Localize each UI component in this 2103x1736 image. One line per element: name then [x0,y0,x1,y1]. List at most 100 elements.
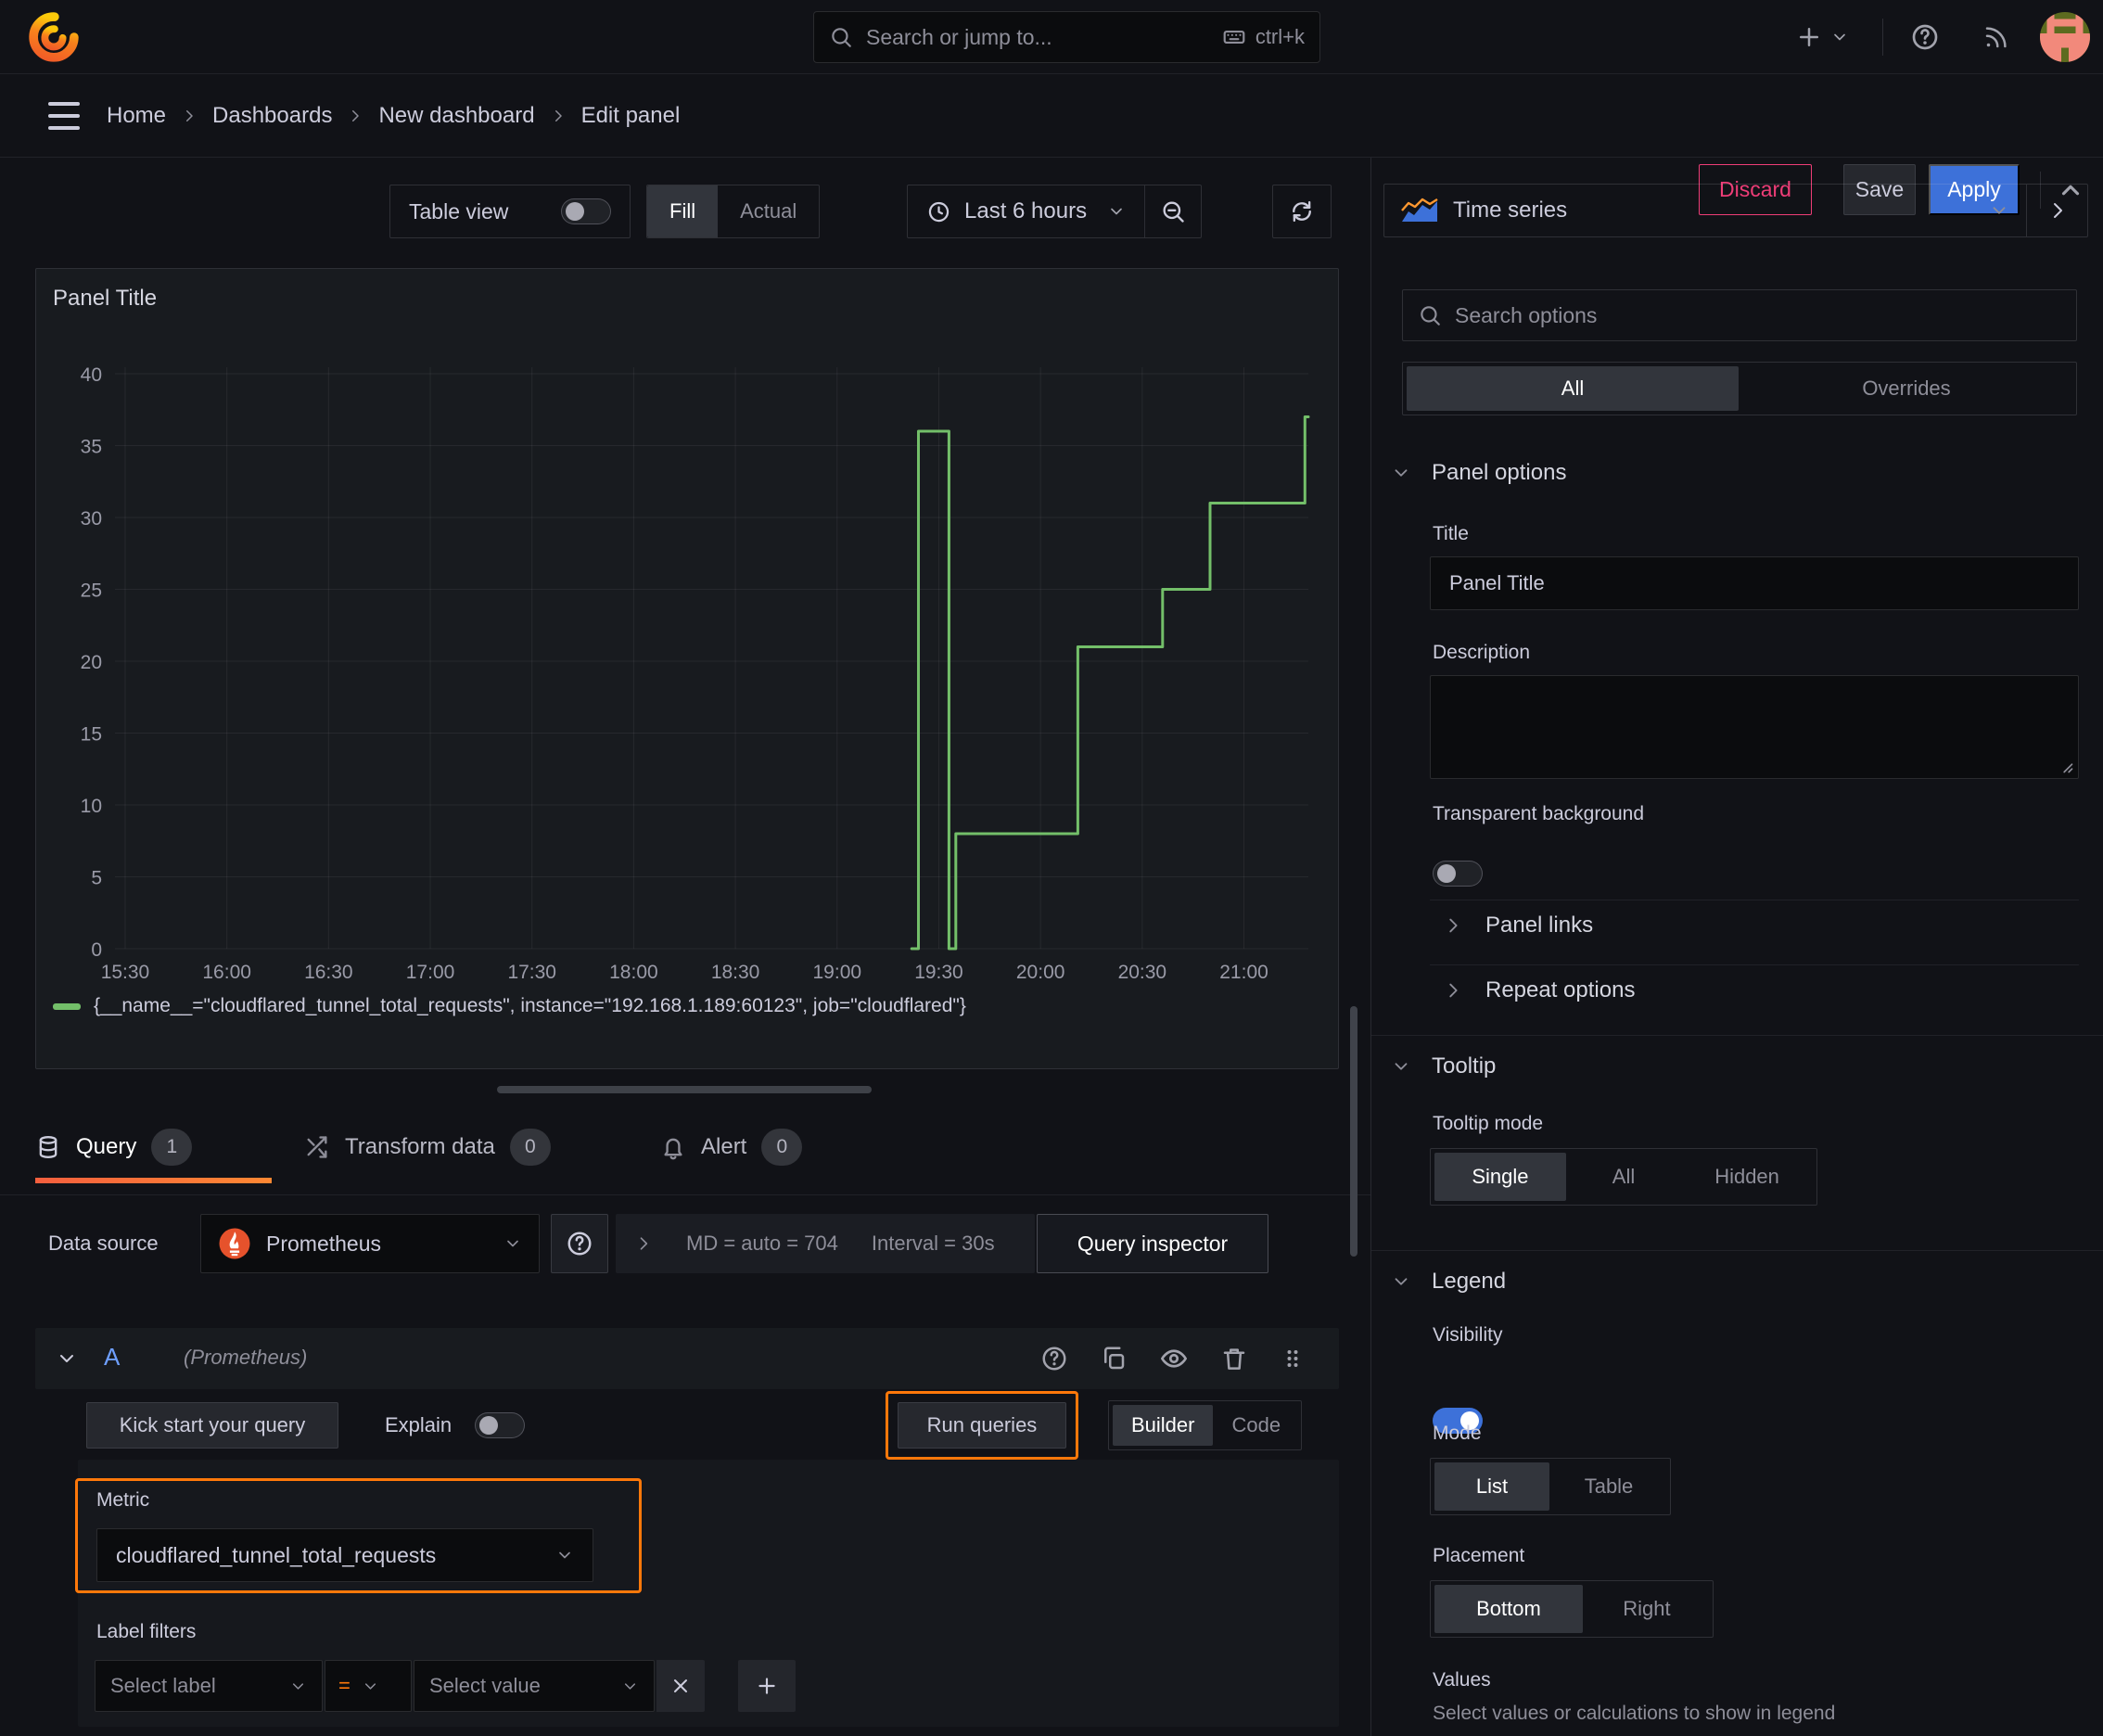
query-options-summary[interactable]: MD = auto = 704 Interval = 30s [616,1214,1035,1273]
builder-option[interactable]: Builder [1113,1405,1214,1446]
chevron-down-icon [624,1682,636,1690]
toggle-visibility-icon[interactable] [1159,1344,1189,1373]
chevron-down-icon [1993,207,2006,214]
table-view-toggle[interactable] [561,198,611,224]
repeat-options-header[interactable]: Repeat options [1443,977,1635,1003]
panel-title-input[interactable] [1430,556,2079,610]
tab-all[interactable]: All [1407,366,1739,411]
visualization-name: Time series [1453,198,1568,223]
chevron-down-icon [1395,469,1408,477]
legend-mode-list[interactable]: List [1434,1462,1549,1511]
tab-overrides[interactable]: Overrides [1740,366,2072,411]
drag-handle-icon[interactable] [1280,1346,1306,1372]
sidebar-divider[interactable] [1370,158,1371,1736]
actual-option[interactable]: Actual [718,185,819,237]
legend-placement-bottom[interactable]: Bottom [1434,1585,1583,1633]
svg-text:16:00: 16:00 [202,962,251,983]
legend-mode-table[interactable]: Table [1551,1462,1666,1511]
section-divider-full [1371,1035,2103,1036]
query-row-header[interactable]: A (Prometheus) [35,1328,1339,1389]
legend-placement-right[interactable]: Right [1585,1585,1709,1633]
transparent-background-toggle[interactable] [1433,861,1483,887]
tab-alert-count: 0 [761,1129,803,1166]
time-range-picker[interactable]: Last 6 hours [908,185,1144,237]
breadcrumb-dashboards[interactable]: Dashboards [212,103,332,129]
breadcrumb-new-dashboard[interactable]: New dashboard [378,103,534,129]
new-menu-button[interactable] [1795,20,1849,54]
code-option[interactable]: Code [1215,1405,1297,1446]
search-shortcut: ctrl+k [1255,25,1305,48]
tab-alert[interactable]: Alert 0 [660,1117,803,1178]
visualization-picker-group: Time series [1383,184,2088,237]
interval-summary: Interval = 30s [871,1232,995,1255]
remove-filter-button[interactable] [656,1660,705,1712]
collapse-options-pane-button[interactable] [2026,185,2087,236]
chevron-right-icon [2053,203,2062,218]
chevron-right-icon [1449,983,1458,998]
time-range-group: Last 6 hours [907,185,1203,238]
svg-text:17:30: 17:30 [507,962,556,983]
duplicate-query-icon[interactable] [1100,1345,1128,1372]
select-label-dropdown[interactable]: Select label [95,1660,323,1712]
datasource-help-button[interactable] [551,1214,608,1273]
svg-text:19:30: 19:30 [914,962,963,983]
run-queries-button[interactable]: Run queries [898,1402,1066,1449]
panel-links-header[interactable]: Panel links [1443,913,1593,938]
explain-toggle[interactable] [475,1412,525,1438]
shuffle-icon [307,1136,327,1158]
chevron-down-icon[interactable] [56,1347,78,1370]
query-inspector-button[interactable]: Query inspector [1037,1214,1268,1273]
tab-query[interactable]: Query 1 [35,1117,193,1178]
grafana-flame-icon [29,12,79,62]
news-button[interactable] [1982,23,2010,51]
title-label: Title [1433,523,1469,544]
search-options-box[interactable]: Search options [1402,289,2077,341]
tabs-divider [0,1194,1370,1195]
time-range-label: Last 6 hours [964,198,1088,223]
tab-transform[interactable]: Transform data 0 [304,1117,551,1178]
global-search-box[interactable]: Search or jump to... ctrl+k [813,11,1320,63]
metric-select[interactable]: cloudflared_tunnel_total_requests [96,1528,593,1582]
pane-resize-handle[interactable] [497,1086,872,1093]
keyboard-icon [1223,30,1245,45]
refresh-button[interactable] [1272,185,1332,238]
help-button[interactable] [1910,22,1940,52]
breadcrumb-home[interactable]: Home [107,103,166,129]
svg-text:20:00: 20:00 [1016,962,1065,983]
zoom-out-button[interactable] [1145,198,1201,224]
tooltip-mode-single[interactable]: Single [1434,1153,1566,1201]
grafana-logo[interactable] [28,11,80,63]
query-ref-id[interactable]: A [104,1343,120,1372]
tooltip-mode-hidden[interactable]: Hidden [1681,1153,1813,1201]
datasource-picker[interactable]: Prometheus [200,1214,540,1273]
chevron-down-icon [507,1240,518,1247]
grafana-app: Search or jump to... ctrl+k Home Dashboa… [0,0,2103,1736]
scrollbar-thumb[interactable] [1350,1006,1357,1257]
operator-value: = [338,1674,350,1697]
tab-query-count: 1 [151,1129,193,1166]
panel-options-header[interactable]: Panel options [1391,460,1566,486]
select-value-dropdown[interactable]: Select value [414,1660,655,1712]
kick-start-query-button[interactable]: Kick start your query [86,1402,338,1449]
tooltip-header[interactable]: Tooltip [1391,1053,1496,1079]
description-textarea[interactable] [1430,675,2079,779]
operator-dropdown[interactable]: = [325,1660,412,1712]
svg-text:30: 30 [81,508,102,530]
breadcrumb-bar: Home Dashboards New dashboard Edit panel… [0,74,2103,215]
add-filter-button[interactable] [738,1660,796,1712]
fill-option[interactable]: Fill [647,185,719,237]
tab-transform-label: Transform data [345,1134,495,1159]
menu-toggle[interactable] [48,102,80,130]
tooltip-mode-label: Tooltip mode [1433,1113,1544,1134]
svg-text:15: 15 [81,724,102,746]
legend-header[interactable]: Legend [1391,1269,1506,1295]
database-icon [39,1135,57,1159]
delete-query-icon[interactable] [1220,1345,1248,1372]
tooltip-mode-all[interactable]: All [1568,1153,1679,1201]
svg-text:20:30: 20:30 [1118,962,1167,983]
visualization-picker[interactable]: Time series [1384,185,2026,236]
chart-legend[interactable]: {__name__="cloudflared_tunnel_total_requ… [53,995,966,1017]
query-help-icon[interactable] [1040,1345,1068,1372]
all-overrides-segmented: All Overrides [1402,362,2077,415]
user-avatar[interactable] [2040,12,2090,62]
